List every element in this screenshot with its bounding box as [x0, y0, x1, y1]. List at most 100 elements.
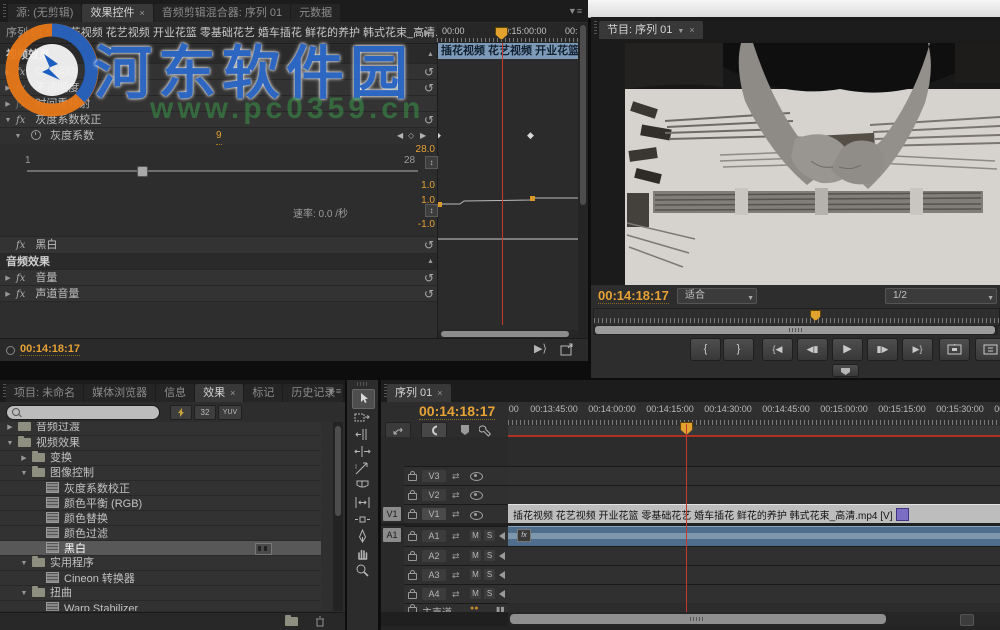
work-area-bar[interactable]: [508, 426, 1000, 437]
solo-button[interactable]: S: [484, 550, 495, 561]
tree-item-audio-transitions[interactable]: ▶音频过渡: [0, 422, 321, 435]
track-name[interactable]: V3: [422, 470, 446, 482]
extract-button[interactable]: [975, 338, 1000, 361]
reset-icon[interactable]: ↺: [424, 270, 434, 286]
tree-item-gamma-correction[interactable]: 灰度系数校正: [0, 480, 321, 496]
tab-sequence-01[interactable]: 序列 01×: [387, 384, 451, 402]
timeline-playhead-line[interactable]: [686, 424, 687, 612]
add-marker-button[interactable]: [459, 424, 471, 436]
keyframe-icon[interactable]: ◆: [437, 131, 441, 140]
track-header-a4[interactable]: A4 ⇄ M S: [404, 584, 508, 603]
tab-project[interactable]: 项目: 未命名: [6, 384, 83, 402]
source-patch-audio[interactable]: A1: [383, 528, 401, 542]
track-name[interactable]: A1: [422, 530, 446, 542]
panel-menu-icon[interactable]: ▼≡: [566, 5, 584, 17]
sync-lock-icon[interactable]: ⇄: [452, 471, 460, 481]
track-output-eye-icon[interactable]: [470, 511, 483, 520]
ecp-show-timeline-toggle[interactable]: ▶: [424, 23, 437, 43]
export-frame-icon[interactable]: [560, 343, 574, 356]
speaker-icon[interactable]: [499, 552, 505, 560]
ecp-lane-clip-bar[interactable]: 插花视频 花艺视频 开业花篮 零: [438, 43, 579, 59]
add-keyframe-icon[interactable]: ◇: [408, 128, 414, 144]
solo-button[interactable]: S: [484, 588, 495, 599]
tree-item-cineon-converter[interactable]: Cineon 转换器: [0, 570, 321, 586]
toggle-animation-icon[interactable]: [31, 130, 41, 140]
lock-icon[interactable]: [408, 512, 417, 519]
track-v2-content[interactable]: [508, 485, 1000, 504]
speaker-icon[interactable]: [499, 571, 505, 579]
prev-keyframe-icon[interactable]: ◀: [397, 128, 403, 144]
expand-icon[interactable]: ▼: [10, 129, 26, 145]
tool-slip[interactable]: [354, 495, 371, 510]
tool-ripple-edit[interactable]: [354, 427, 371, 442]
timeline-timecode[interactable]: 00:14:18:17: [419, 403, 495, 420]
track-v3-content[interactable]: [508, 466, 1000, 485]
tree-item-transform[interactable]: ▶变换: [0, 450, 321, 466]
tool-rate-stretch[interactable]: [354, 461, 371, 476]
panel-menu-icon[interactable]: ▼≡: [325, 385, 343, 397]
track-name[interactable]: A4: [422, 588, 446, 600]
ecp-row-channel-volume[interactable]: ▶fx 声道音量 ↺: [0, 285, 437, 302]
track-a2-content[interactable]: [508, 546, 1000, 565]
ecp-row-time-remapping[interactable]: ▶fx 时间重映射: [0, 95, 437, 112]
collapse-icon[interactable]: ▲: [427, 47, 434, 63]
step-back-button[interactable]: ◀▮: [797, 338, 828, 361]
panel-grip[interactable]: [384, 384, 387, 398]
solo-button[interactable]: S: [484, 530, 495, 541]
panel-grip[interactable]: [594, 21, 597, 35]
play-around-icon[interactable]: ▶⟩: [534, 342, 547, 355]
tool-hand[interactable]: [354, 546, 371, 561]
ecp-timecode[interactable]: 00:14:18:17: [20, 343, 80, 356]
tab-source-monitor[interactable]: 源: (无剪辑): [8, 4, 81, 22]
mute-button[interactable]: M: [470, 569, 481, 580]
sync-lock-icon[interactable]: ⇄: [452, 531, 460, 541]
track-header-a2[interactable]: A2 ⇄ M S: [404, 546, 508, 565]
tab-metadata[interactable]: 元数据: [291, 4, 340, 22]
zoom-level-dropdown[interactable]: 1/2▼: [885, 288, 997, 304]
sync-lock-icon[interactable]: ⇄: [452, 570, 460, 580]
keyframe-icon[interactable]: ◆: [527, 131, 534, 140]
track-name[interactable]: A2: [422, 550, 446, 562]
go-to-in-button[interactable]: {◀: [762, 338, 793, 361]
tree-item-utility[interactable]: ▼实用程序: [0, 555, 321, 571]
gamma-slider-handle[interactable]: [137, 166, 148, 177]
close-icon[interactable]: ×: [139, 8, 144, 18]
tab-effect-controls[interactable]: 效果控件×: [82, 4, 152, 22]
tab-media-browser[interactable]: 媒体浏览器: [84, 384, 155, 402]
sync-lock-icon[interactable]: ⇄: [452, 551, 460, 561]
track-name[interactable]: A3: [422, 569, 446, 581]
lock-icon[interactable]: [408, 493, 417, 500]
fit-dropdown[interactable]: 适合▼: [677, 288, 757, 304]
speaker-icon[interactable]: [499, 590, 505, 598]
track-output-eye-icon[interactable]: [470, 472, 483, 481]
gamma-slider-track[interactable]: [27, 170, 418, 172]
mute-button[interactable]: M: [470, 530, 481, 541]
effects-tree-scrollbar[interactable]: [333, 422, 343, 611]
ecp-row-volume[interactable]: ▶fx 音量 ↺: [0, 269, 437, 286]
ecp-row-gamma-correction[interactable]: ▼fx 灰度系数校正 ↺: [0, 111, 437, 128]
tree-item-distort[interactable]: ▼扭曲: [0, 585, 321, 601]
mute-button[interactable]: M: [470, 550, 481, 561]
timeline-settings-wrench-icon[interactable]: [479, 423, 493, 437]
track-header-v2[interactable]: V2 ⇄: [404, 485, 508, 504]
tab-audio-mixer[interactable]: 音频剪辑混合器: 序列 01: [154, 4, 290, 22]
velocity-graph-toggle[interactable]: ↕: [425, 204, 438, 217]
lock-icon[interactable]: [408, 474, 417, 481]
track-header-a1[interactable]: A1 ⇄ M S: [404, 526, 508, 546]
gamma-value[interactable]: 9: [216, 128, 222, 145]
ecp-mini-ruler[interactable]: 00:00 00:15:00:00 00:30:00: [437, 23, 588, 44]
tool-slide[interactable]: [354, 512, 371, 527]
ecp-row-black-white[interactable]: ▶fx 黑白 ↺: [0, 236, 437, 253]
transport-flyout-button[interactable]: [832, 364, 859, 377]
sync-lock-icon[interactable]: ⇄: [452, 589, 460, 599]
track-output-eye-icon[interactable]: [470, 491, 483, 500]
reset-icon[interactable]: ↺: [424, 80, 434, 96]
close-icon[interactable]: ×: [437, 388, 442, 398]
panel-grip[interactable]: [3, 4, 6, 18]
mark-out-button[interactable]: }: [723, 338, 754, 361]
program-timecode[interactable]: 00:14:18:17: [598, 288, 669, 304]
sync-lock-icon[interactable]: ⇄: [452, 509, 460, 519]
accelerated-effects-filter-button[interactable]: [170, 405, 192, 420]
ecp-keyframe-lane[interactable]: 插花视频 花艺视频 开业花篮 零 ◆ ◆: [437, 43, 579, 339]
speaker-icon[interactable]: [499, 532, 505, 540]
